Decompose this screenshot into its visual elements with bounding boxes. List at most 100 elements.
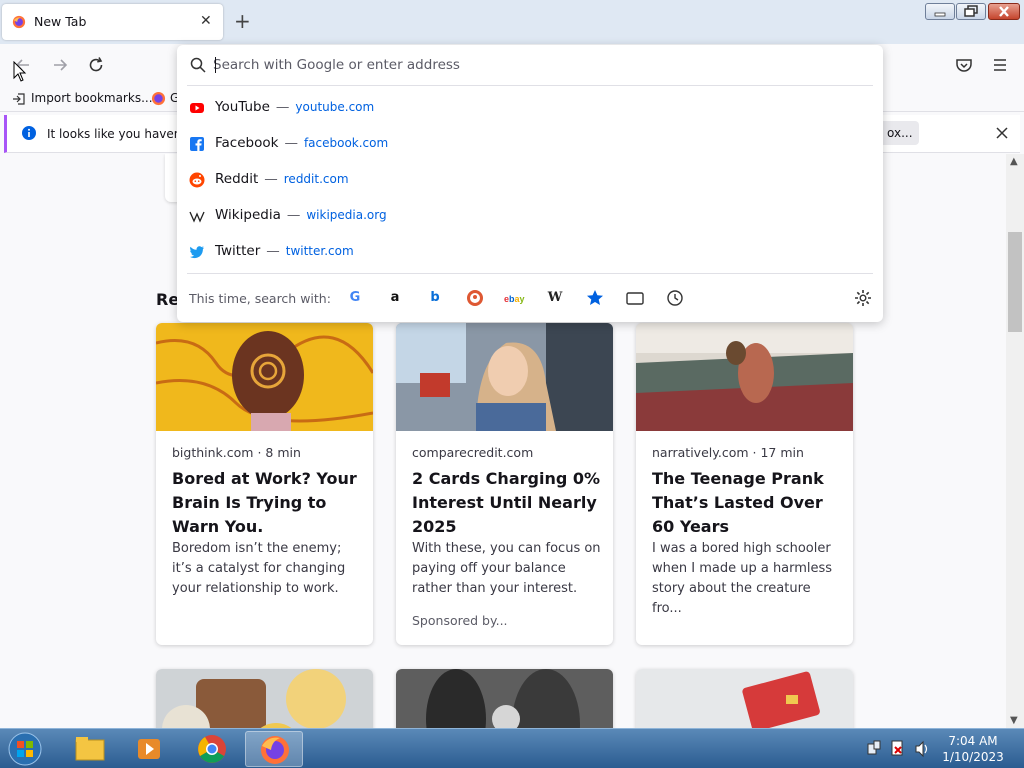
volume-icon[interactable] <box>915 740 928 758</box>
suggestion-dash: — <box>264 171 278 187</box>
taskbar-media-player[interactable] <box>121 731 179 767</box>
folder-icon <box>75 737 105 761</box>
section-heading: Re <box>156 290 180 309</box>
firefox-icon <box>261 736 289 764</box>
story-source: narratively.com · 17 min <box>652 445 804 460</box>
action-center-icon[interactable] <box>891 740 903 756</box>
tabs-icon[interactable] <box>625 288 645 308</box>
suggestion-url: wikipedia.org <box>306 208 387 222</box>
taskbar-chrome[interactable] <box>183 731 241 767</box>
story-source: comparecredit.com <box>412 445 534 460</box>
minimize-icon <box>934 12 946 17</box>
tab-new-tab[interactable]: New Tab ✕ <box>2 4 223 40</box>
clock-time: 7:04 AM <box>948 734 998 748</box>
history-icon[interactable] <box>665 288 685 308</box>
firefox-icon <box>12 15 26 29</box>
minimize-button[interactable] <box>925 3 955 20</box>
sponsored-label: Sponsored by... <box>412 613 508 628</box>
forward-icon[interactable] <box>49 54 71 76</box>
text-cursor <box>215 57 216 73</box>
story-excerpt: Boredom isn’t the enemy; it’s a catalyst… <box>172 541 346 596</box>
chrome-icon <box>198 735 226 763</box>
taskbar-clock[interactable]: 7:04 AM 1/10/2023 <box>940 733 1006 765</box>
youtube-icon <box>190 103 204 113</box>
suggestion-url: twitter.com <box>285 244 354 258</box>
suggestion-dash: — <box>286 207 301 223</box>
divider <box>187 85 873 86</box>
window-close-button[interactable] <box>988 3 1020 20</box>
close-icon <box>999 6 1009 17</box>
bookmarks-star-icon[interactable] <box>585 288 605 308</box>
tab-close-button[interactable]: ✕ <box>200 13 212 29</box>
scrollbar-thumb[interactable] <box>1008 232 1022 332</box>
scroll-up-icon[interactable]: ▲ <box>1010 156 1018 167</box>
search-icon <box>190 57 206 73</box>
facebook-icon <box>190 137 204 151</box>
page-scrollbar[interactable]: ▲ ▼ <box>1006 154 1024 728</box>
duckduckgo-icon[interactable] <box>465 288 485 308</box>
address-input[interactable] <box>213 53 863 77</box>
suggestion-youtube[interactable]: YouTube — youtube.com <box>177 90 883 126</box>
restore-icon <box>964 5 978 17</box>
suggestion-url: reddit.com <box>283 172 349 186</box>
svg-text:ebay: ebay <box>504 294 525 304</box>
story-headline: Bored at Work? Your Brain Is Trying to W… <box>172 469 357 536</box>
wikipedia-icon <box>189 211 205 223</box>
twitter-icon <box>189 246 204 259</box>
close-icon[interactable] <box>995 126 1009 140</box>
media-player-icon <box>138 739 160 759</box>
suggestion-name: Twitter <box>215 243 261 259</box>
story-card[interactable]: bigthink.com · 8 min Bored at Work? Your… <box>156 323 373 645</box>
suggestion-name: Wikipedia <box>215 207 281 223</box>
story-image <box>396 323 613 431</box>
taskbar-firefox[interactable] <box>245 731 303 767</box>
reddit-icon <box>189 172 205 188</box>
mouse-pointer-icon <box>13 61 27 82</box>
story-excerpt: With these, you can focus on paying off … <box>412 541 601 596</box>
suggestion-name: YouTube <box>215 99 270 115</box>
new-tab-button[interactable]: + <box>234 9 251 33</box>
system-tray <box>867 740 928 758</box>
story-card[interactable] <box>156 669 373 728</box>
address-bar-dropdown: YouTube — youtube.com Facebook — facebook.co… <box>177 45 883 322</box>
suggestion-dash: — <box>266 243 280 259</box>
network-icon[interactable] <box>867 740 881 755</box>
search-with-label: This time, search with: <box>189 291 331 306</box>
start-button[interactable] <box>5 731 45 767</box>
suggestion-facebook[interactable]: Facebook — facebook.com <box>177 126 883 162</box>
story-source: bigthink.com · 8 min <box>172 445 301 460</box>
wikipedia-engine-icon[interactable]: W <box>545 288 565 308</box>
gear-icon[interactable] <box>853 288 873 308</box>
story-image <box>156 669 373 728</box>
suggestion-wikipedia[interactable]: Wikipedia — wikipedia.org <box>177 198 883 234</box>
story-image <box>636 669 853 728</box>
scroll-down-icon[interactable]: ▼ <box>1010 715 1018 726</box>
amazon-icon[interactable]: a <box>385 288 405 308</box>
restore-button[interactable] <box>956 3 986 20</box>
import-icon <box>13 93 25 105</box>
clock-date: 1/10/2023 <box>942 750 1004 764</box>
story-card[interactable]: narratively.com · 17 min The Teenage Pra… <box>636 323 853 645</box>
story-excerpt: I was a bored high schooler when I made … <box>652 541 833 616</box>
google-icon[interactable]: G <box>345 288 365 308</box>
suggestion-reddit[interactable]: Reddit — reddit.com <box>177 162 883 198</box>
story-headline: The Teenage Prank That’s Lasted Over 60 … <box>652 469 824 536</box>
story-image <box>156 323 373 431</box>
suggestion-dash: — <box>284 135 298 151</box>
firefox-icon <box>151 91 166 106</box>
pocket-icon[interactable] <box>953 54 975 76</box>
suggestion-url: youtube.com <box>295 100 375 114</box>
suggestion-name: Facebook <box>215 135 279 151</box>
menu-icon[interactable] <box>989 54 1011 76</box>
story-card[interactable] <box>636 669 853 728</box>
ebay-icon[interactable]: ebay <box>503 288 529 308</box>
suggestion-url: facebook.com <box>303 136 389 150</box>
taskbar-explorer[interactable] <box>61 731 119 767</box>
reload-icon[interactable] <box>85 54 107 76</box>
story-card[interactable] <box>396 669 613 728</box>
suggestion-twitter[interactable]: Twitter — twitter.com <box>177 234 883 270</box>
story-image <box>396 669 613 728</box>
bing-icon[interactable]: b <box>425 288 445 308</box>
story-card[interactable]: comparecredit.com 2 Cards Charging 0% In… <box>396 323 613 645</box>
import-bookmarks-link[interactable]: Import bookmarks... <box>31 91 153 105</box>
